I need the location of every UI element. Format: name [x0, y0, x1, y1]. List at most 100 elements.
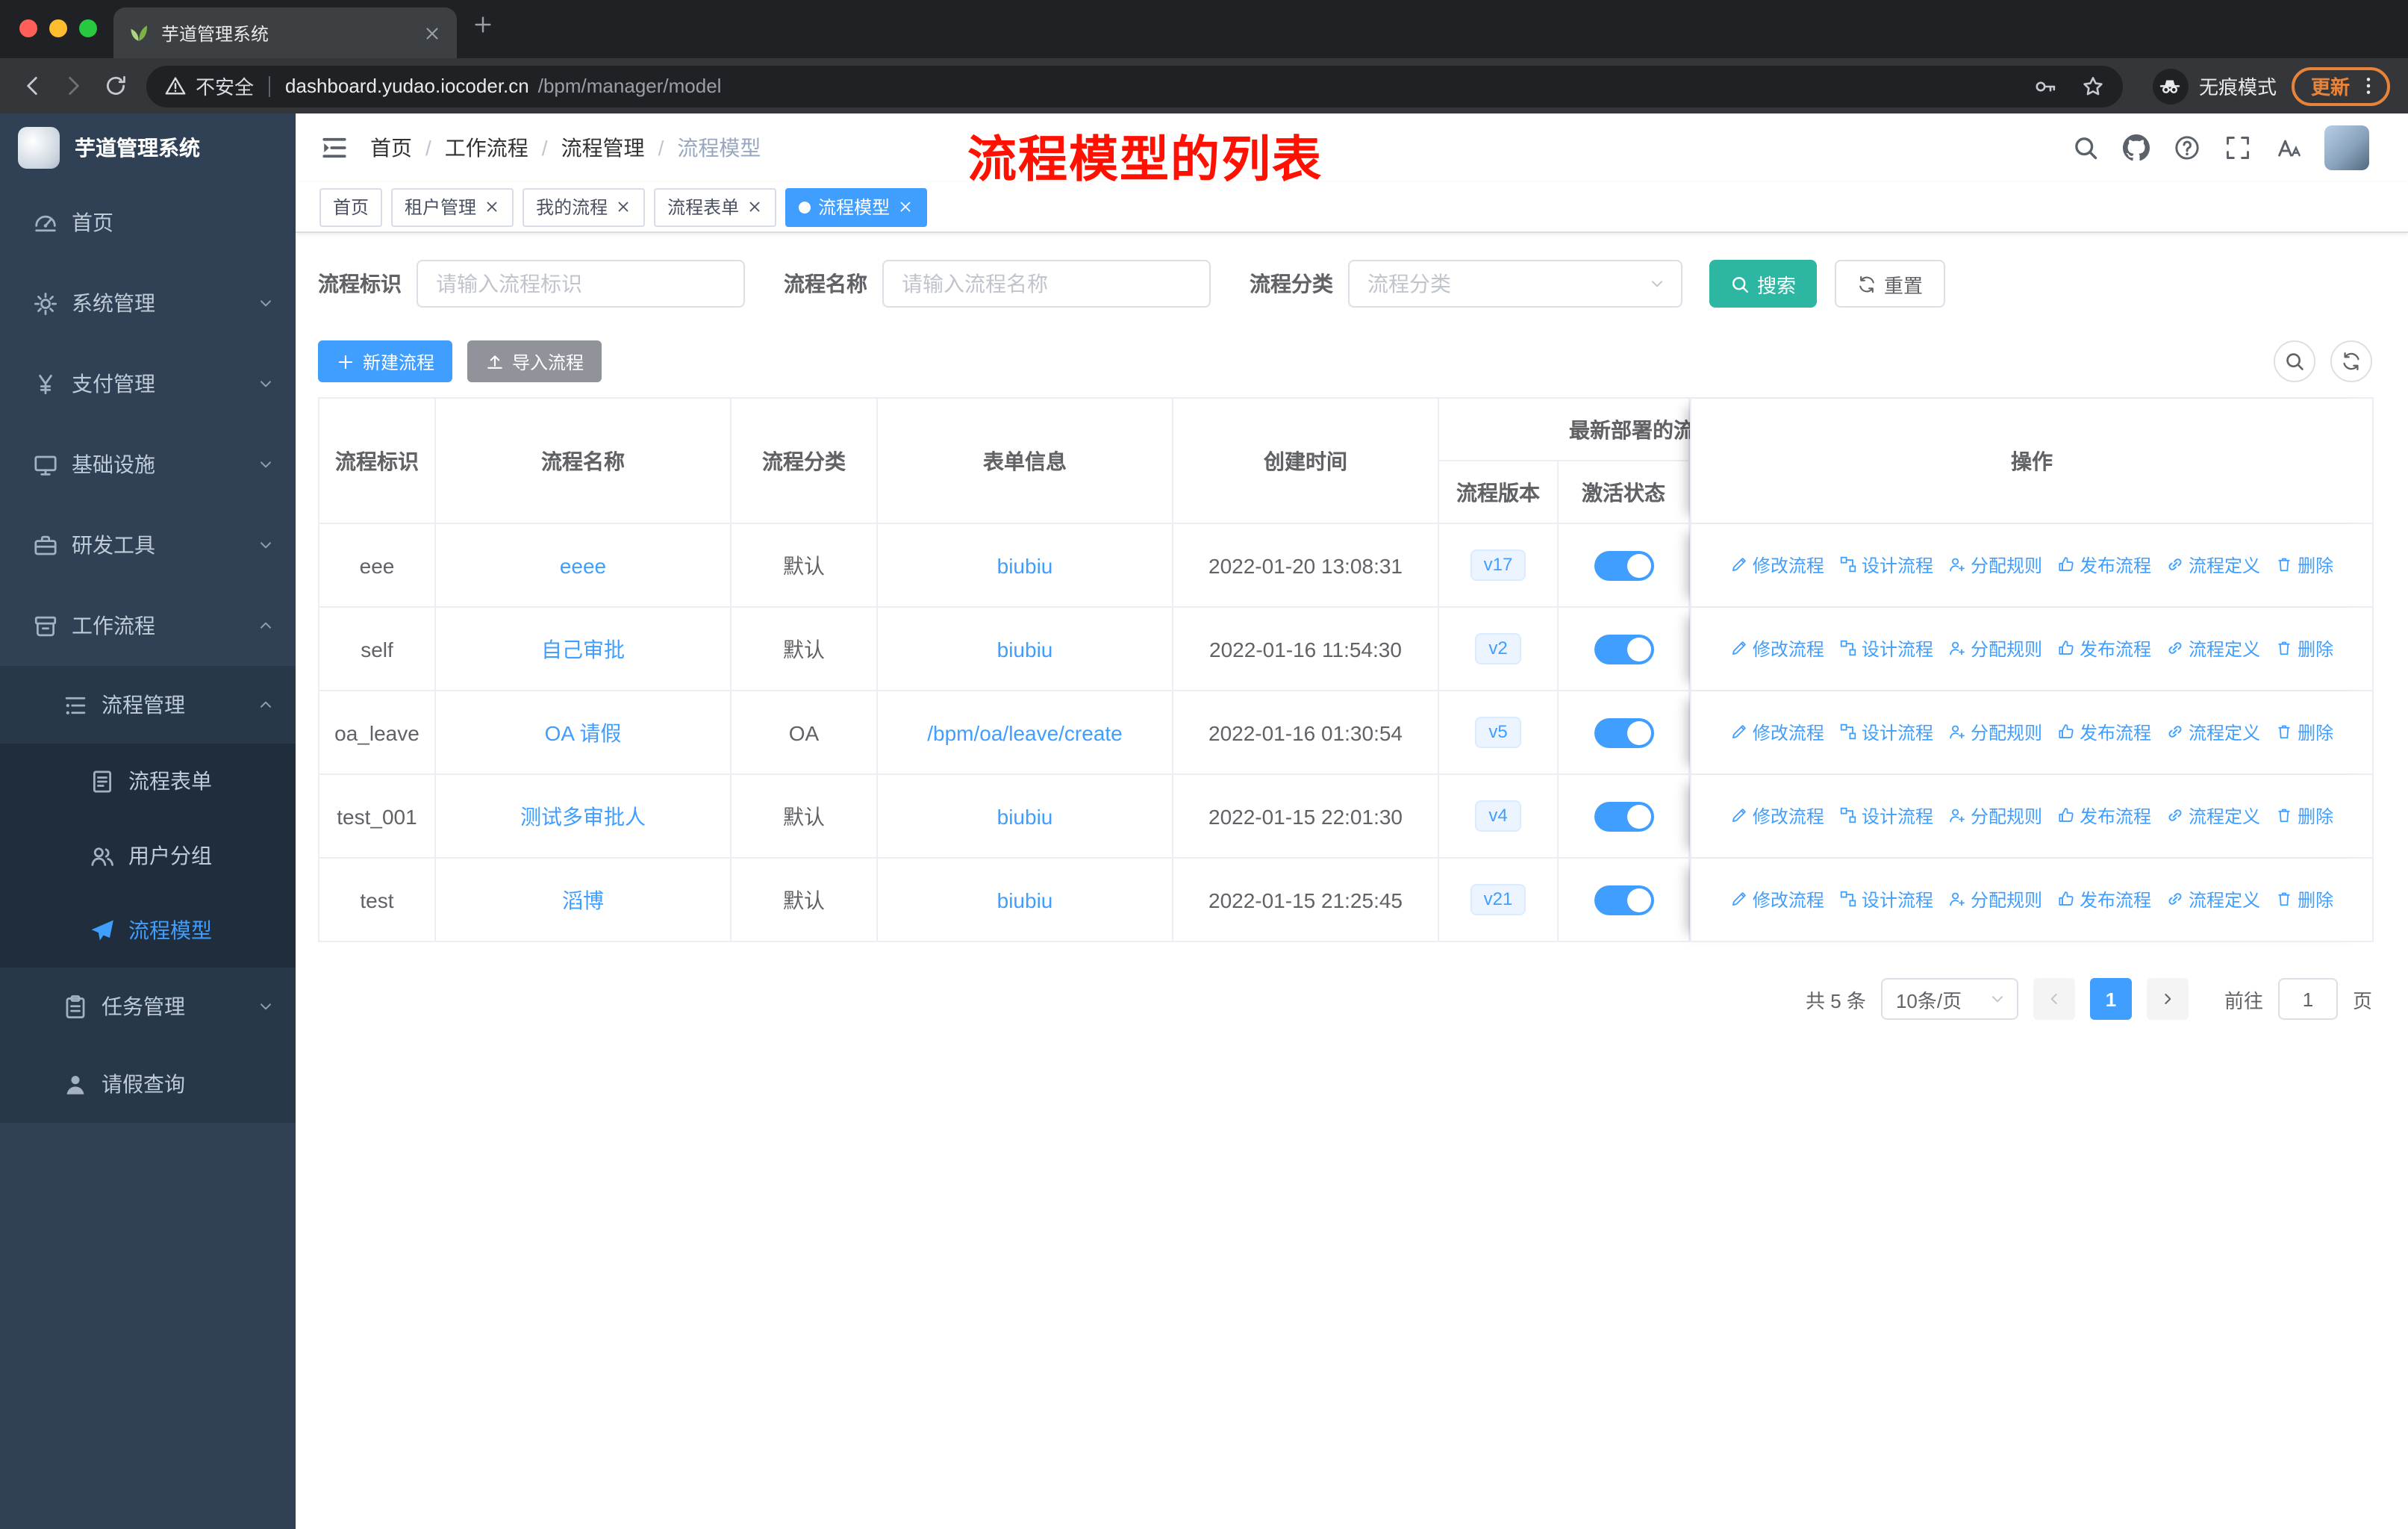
category-select[interactable]: 流程分类: [1348, 260, 1682, 308]
breadcrumb-item[interactable]: 流程管理: [561, 133, 645, 163]
sidebar-item-user-group[interactable]: 用户分组: [0, 818, 296, 893]
avatar[interactable]: [2324, 125, 2369, 170]
action-design-link[interactable]: 设计流程: [1839, 636, 1933, 661]
action-modify-link[interactable]: 修改流程: [1730, 552, 1824, 578]
import-process-button[interactable]: 导入流程: [467, 340, 602, 382]
page-size-select[interactable]: 10条/页: [1880, 978, 2018, 1020]
action-delete-link[interactable]: 删除: [2275, 803, 2333, 829]
menu-dots-icon[interactable]: [2357, 75, 2380, 97]
sidebar-item-leave-query[interactable]: 请假查询: [0, 1045, 296, 1123]
version-badge[interactable]: v5: [1475, 716, 1521, 749]
action-publish-link[interactable]: 发布流程: [2057, 552, 2151, 578]
action-publish-link[interactable]: 发布流程: [2057, 636, 2151, 661]
close-icon[interactable]: [422, 23, 442, 43]
refresh-table-button[interactable]: [2330, 340, 2372, 382]
process-name-link[interactable]: OA 请假: [545, 720, 622, 744]
tag-my-process[interactable]: 我的流程: [523, 187, 646, 226]
form-link[interactable]: biubiu: [997, 637, 1053, 661]
active-toggle[interactable]: [1594, 717, 1653, 747]
action-modify-link[interactable]: 修改流程: [1730, 636, 1824, 661]
reload-icon[interactable]: [96, 66, 134, 105]
sidebar-item-process-model[interactable]: 流程模型: [0, 893, 296, 968]
create-process-button[interactable]: 新建流程: [318, 340, 453, 382]
action-assign-rule-link[interactable]: 分配规则: [1948, 720, 2042, 745]
fullscreen-icon[interactable]: [2224, 134, 2251, 161]
new-tab-button[interactable]: [472, 13, 508, 49]
sidebar-item-system-manage[interactable]: 系统管理: [0, 263, 296, 343]
action-delete-link[interactable]: 删除: [2275, 887, 2333, 912]
action-assign-rule-link[interactable]: 分配规则: [1948, 887, 2042, 912]
hamburger-icon[interactable]: [319, 133, 349, 163]
process-name-link[interactable]: eeee: [560, 553, 606, 577]
active-toggle[interactable]: [1594, 634, 1653, 664]
action-definition-link[interactable]: 流程定义: [2166, 720, 2260, 745]
search-icon[interactable]: [2072, 134, 2099, 161]
reset-button[interactable]: 重置: [1835, 260, 1946, 308]
minimize-window-button[interactable]: [49, 19, 67, 37]
breadcrumb-item[interactable]: 工作流程: [445, 133, 528, 163]
form-link[interactable]: biubiu: [997, 888, 1053, 912]
forward-icon[interactable]: [54, 66, 93, 105]
tag-home[interactable]: 首页: [319, 187, 383, 226]
key-icon[interactable]: [2033, 74, 2057, 98]
action-publish-link[interactable]: 发布流程: [2057, 720, 2151, 745]
back-icon[interactable]: [12, 66, 51, 105]
process-name-link[interactable]: 自己审批: [541, 637, 625, 661]
action-publish-link[interactable]: 发布流程: [2057, 887, 2151, 912]
action-design-link[interactable]: 设计流程: [1839, 552, 1933, 578]
action-definition-link[interactable]: 流程定义: [2166, 803, 2260, 829]
active-toggle[interactable]: [1594, 801, 1653, 831]
action-design-link[interactable]: 设计流程: [1839, 803, 1933, 829]
font-size-icon[interactable]: [2275, 134, 2302, 161]
action-modify-link[interactable]: 修改流程: [1730, 720, 1824, 745]
address-bar[interactable]: 不安全 dashboard.yudao.iocoder.cn /bpm/mana…: [146, 65, 2123, 107]
app-logo[interactable]: 芋道管理系统: [0, 113, 296, 182]
tag-process-model[interactable]: 流程模型: [785, 187, 928, 226]
next-page-button[interactable]: [2146, 978, 2189, 1020]
action-modify-link[interactable]: 修改流程: [1730, 803, 1824, 829]
sidebar-item-dev-tools[interactable]: 研发工具: [0, 505, 296, 585]
sidebar-item-task-manage[interactable]: 任务管理: [0, 968, 296, 1045]
action-definition-link[interactable]: 流程定义: [2166, 636, 2260, 661]
close-window-button[interactable]: [19, 19, 37, 37]
search-button[interactable]: 搜索: [1709, 260, 1818, 308]
sidebar-item-infrastructure[interactable]: 基础设施: [0, 424, 296, 505]
close-icon[interactable]: [484, 199, 500, 215]
version-badge[interactable]: v21: [1470, 883, 1526, 916]
bookmark-star-icon[interactable]: [2081, 74, 2105, 98]
process-name-link[interactable]: 滔博: [562, 888, 604, 912]
active-toggle[interactable]: [1594, 550, 1653, 580]
action-definition-link[interactable]: 流程定义: [2166, 887, 2260, 912]
page-number-button[interactable]: 1: [2089, 978, 2132, 1020]
action-design-link[interactable]: 设计流程: [1839, 887, 1933, 912]
sidebar-item-home[interactable]: 首页: [0, 182, 296, 263]
version-badge[interactable]: v4: [1475, 800, 1521, 832]
breadcrumb-item[interactable]: 首页: [370, 133, 412, 163]
process-name-link[interactable]: 测试多审批人: [520, 804, 646, 828]
process-key-input[interactable]: [417, 260, 745, 308]
browser-tab[interactable]: 芋道管理系统: [113, 7, 457, 58]
action-design-link[interactable]: 设计流程: [1839, 720, 1933, 745]
active-toggle[interactable]: [1594, 885, 1653, 915]
prev-page-button[interactable]: [2033, 978, 2075, 1020]
help-icon[interactable]: [2174, 134, 2200, 161]
action-assign-rule-link[interactable]: 分配规则: [1948, 803, 2042, 829]
zoom-window-button[interactable]: [79, 19, 97, 37]
form-link[interactable]: /bpm/oa/leave/create: [927, 720, 1123, 744]
sidebar-item-process-form[interactable]: 流程表单: [0, 744, 296, 818]
action-publish-link[interactable]: 发布流程: [2057, 803, 2151, 829]
action-definition-link[interactable]: 流程定义: [2166, 552, 2260, 578]
tag-tenant-manage[interactable]: 租户管理: [391, 187, 514, 226]
toggle-search-button[interactable]: [2274, 340, 2315, 382]
sidebar-item-workflow[interactable]: 工作流程: [0, 585, 296, 666]
action-assign-rule-link[interactable]: 分配规则: [1948, 552, 2042, 578]
action-delete-link[interactable]: 删除: [2275, 636, 2333, 661]
version-badge[interactable]: v2: [1475, 632, 1521, 665]
close-icon[interactable]: [615, 199, 631, 215]
process-name-input[interactable]: [882, 260, 1211, 308]
action-assign-rule-link[interactable]: 分配规则: [1948, 636, 2042, 661]
update-button[interactable]: 更新: [2291, 66, 2390, 105]
version-badge[interactable]: v17: [1470, 549, 1526, 582]
action-delete-link[interactable]: 删除: [2275, 552, 2333, 578]
form-link[interactable]: biubiu: [997, 804, 1053, 828]
